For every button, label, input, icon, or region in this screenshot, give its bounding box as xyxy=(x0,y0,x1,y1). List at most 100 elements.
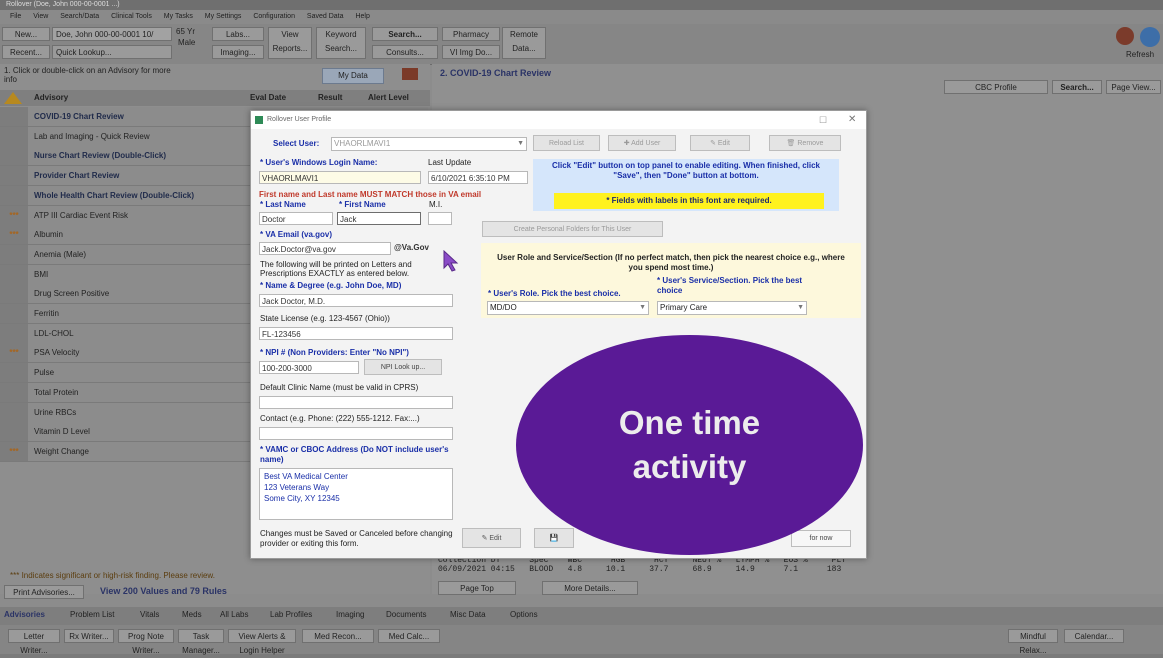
menu-my-tasks[interactable]: My Tasks xyxy=(164,13,193,20)
tab-documents[interactable]: Documents xyxy=(386,610,426,619)
lab-table-row: 06/09/2021 04:15 BLOOD 4.8 10.1 37.7 68.… xyxy=(438,565,842,574)
create-folders-button[interactable]: Create Personal Folders for This User xyxy=(482,221,663,237)
consults-button[interactable]: Consults... xyxy=(372,45,438,59)
name-degree-field[interactable]: Jack Doctor, M.D. xyxy=(259,294,453,307)
labs-button[interactable]: Labs... xyxy=(212,27,264,41)
reload-list-button[interactable]: Reload List xyxy=(533,135,600,151)
role-dropdown[interactable]: MD/DO ▼ xyxy=(487,301,649,315)
mindful-relax-button[interactable]: Mindful Relax... xyxy=(1008,629,1058,655)
npi-field[interactable]: 100-200-3000 xyxy=(259,361,359,374)
view-values-link[interactable]: View 200 Values and 79 Rules xyxy=(100,586,227,596)
search-button[interactable]: Search... xyxy=(372,27,438,41)
my-data-button[interactable]: My Data xyxy=(322,68,384,84)
tab-all-labs[interactable]: All Labs xyxy=(220,610,248,619)
more-details-button[interactable]: More Details... xyxy=(542,581,638,595)
last-name-field[interactable]: Doctor xyxy=(259,212,333,225)
last-update-field: 6/10/2021 6:35:10 PM xyxy=(428,171,528,184)
advisory-flag xyxy=(0,323,28,343)
save-icon: 💾 xyxy=(549,535,559,542)
letters-note: The following will be printed on Letters… xyxy=(260,260,412,278)
first-name-field[interactable]: Jack xyxy=(337,212,421,225)
menu-help[interactable]: Help xyxy=(355,13,369,20)
contact-field[interactable] xyxy=(259,427,453,440)
new-button[interactable]: New... xyxy=(2,27,50,41)
npi-lookup-button[interactable]: NPI Look up... xyxy=(364,359,442,375)
med-recon-button[interactable]: Med Recon... xyxy=(302,629,374,643)
advisory-table-header: Advisory Eval Date Result Alert Level xyxy=(0,90,430,106)
address-field[interactable]: Best VA Medical Center 123 Veterans Way … xyxy=(259,468,453,520)
advisory-name: Ferritin xyxy=(34,309,59,318)
save-button[interactable]: 💾 xyxy=(534,528,574,548)
refresh-icon[interactable] xyxy=(1140,27,1160,47)
print-advisories-button[interactable]: Print Advisories... xyxy=(4,585,84,599)
menu-clinical-tools[interactable]: Clinical Tools xyxy=(111,13,152,20)
right-search-button[interactable]: Search... xyxy=(1052,80,1102,94)
remove-button[interactable]: 🗑 Remove xyxy=(769,135,841,151)
mi-field[interactable] xyxy=(428,212,452,225)
rx-writer-button[interactable]: Rx Writer... xyxy=(64,629,114,643)
advisory-name: LDL-CHOL xyxy=(34,328,74,338)
close-icon[interactable]: ✕ xyxy=(848,111,856,129)
clinic-field[interactable] xyxy=(259,396,453,409)
tab-options[interactable]: Options xyxy=(510,610,538,619)
patient-select[interactable]: Doe, John 000-00-0001 10/ xyxy=(52,27,172,41)
edit-button[interactable]: ✎ Edit xyxy=(462,528,521,548)
recent-button[interactable]: Recent... xyxy=(2,45,50,59)
menu-configuration[interactable]: Configuration xyxy=(253,13,295,20)
tab-lab-profiles[interactable]: Lab Profiles xyxy=(270,610,312,619)
tab-imaging[interactable]: Imaging xyxy=(336,610,364,619)
done-button[interactable]: for now xyxy=(791,530,851,547)
maximize-icon[interactable]: ☐ xyxy=(819,111,827,129)
imaging-button[interactable]: Imaging... xyxy=(212,45,264,59)
flag-icon[interactable] xyxy=(402,68,418,80)
advisory-flag xyxy=(0,402,28,422)
license-field[interactable]: FL-123456 xyxy=(259,327,453,340)
add-user-button[interactable]: ✚ Add User xyxy=(608,135,676,151)
letter-writer-button[interactable]: Letter Writer... xyxy=(8,629,60,655)
task-manager-button[interactable]: Task Manager... xyxy=(178,629,224,655)
view-alerts-button[interactable]: View Alerts & Login Helper xyxy=(228,629,296,655)
menu-my-settings[interactable]: My Settings xyxy=(205,13,242,20)
app-title-bar: Rollover (Doe, John 000-00-0001 ...) xyxy=(0,0,1163,10)
menu-file[interactable]: File xyxy=(10,13,21,20)
edit-top-button[interactable]: ✎ Edit xyxy=(690,135,750,151)
refresh-label[interactable]: Refresh xyxy=(1126,50,1154,59)
menu-saved-data[interactable]: Saved Data xyxy=(307,13,344,20)
tab-meds[interactable]: Meds xyxy=(182,610,202,619)
chevron-down-icon: ▼ xyxy=(797,304,804,311)
tab-misc-data[interactable]: Misc Data xyxy=(450,610,486,619)
med-calc-button[interactable]: Med Calc... xyxy=(378,629,440,643)
advisory-name: Weight Change xyxy=(34,446,89,456)
menu-search-data[interactable]: Search/Data xyxy=(60,13,99,20)
tab-advisories[interactable]: Advisories xyxy=(4,610,45,619)
remote-data-button[interactable]: Remote Data... xyxy=(502,27,546,59)
select-user-dropdown[interactable]: VHAORLMAVI1 ▼ xyxy=(331,137,527,151)
advisory-name: Nurse Chart Review (Double-Click) xyxy=(34,151,167,161)
col-result[interactable]: Result xyxy=(318,93,342,102)
alert-icon[interactable] xyxy=(1116,27,1134,45)
view-reports-button[interactable]: View Reports... xyxy=(268,27,312,59)
menu-view[interactable]: View xyxy=(33,13,48,20)
advisory-flag xyxy=(0,126,28,146)
pharmacy-button[interactable]: Pharmacy xyxy=(442,27,500,41)
col-advisory[interactable]: Advisory xyxy=(34,93,68,102)
calendar-button[interactable]: Calendar... xyxy=(1064,629,1124,643)
tab-vitals[interactable]: Vitals xyxy=(140,610,159,619)
service-dropdown[interactable]: Primary Care ▼ xyxy=(657,301,807,315)
quick-lookup[interactable]: Quick Lookup... xyxy=(52,45,172,59)
email-label: * VA Email (va.gov) xyxy=(260,230,333,239)
windows-login-field[interactable]: VHAORLMAVI1 xyxy=(259,171,421,184)
prog-note-writer-button[interactable]: Prog Note Writer... xyxy=(118,629,174,655)
cbc-profile-select[interactable]: CBC Profile xyxy=(944,80,1048,94)
tab-problem-list[interactable]: Problem List xyxy=(70,610,114,619)
keyword-search-button[interactable]: Keyword Search... xyxy=(316,27,366,59)
col-alert-level[interactable]: Alert Level xyxy=(368,93,409,102)
advisory-flag xyxy=(0,382,28,402)
advisory-name: Albumin xyxy=(34,230,63,240)
email-field[interactable]: Jack.Doctor@va.gov xyxy=(259,242,391,255)
page-top-button[interactable]: Page Top xyxy=(438,581,516,595)
vi-img-dol-button[interactable]: VI Img Do... xyxy=(442,45,500,59)
page-view-button[interactable]: Page View... xyxy=(1106,80,1161,94)
col-eval-date[interactable]: Eval Date xyxy=(250,93,286,102)
one-time-activity-overlay: One time activity xyxy=(516,335,863,555)
